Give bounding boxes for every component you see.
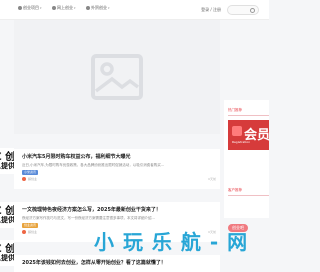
article-meta: 鲸创业 [22, 177, 37, 181]
thumbnail-text: 人提供 [0, 161, 14, 170]
top-navbar: 创业项目 ▾ 网上创业 ▾ 外贸创业 ▾ 登录 / 注册 [0, 0, 269, 20]
chevron-down-icon: ▾ [40, 6, 42, 10]
article-thumbnail[interactable]: E 创 人提供 [0, 148, 14, 174]
briefcase-icon [18, 6, 22, 10]
article-excerpt: 近日,小米汽车,为限时购车优惠政策，各大品牌纷纷推出限时促销活动，以吸引消费者购… [22, 163, 165, 167]
member-promo-card[interactable]: 会员 Registration [228, 120, 269, 150]
article-card[interactable]: 2025年该钱如何去创业，怎样从零开始创业？看了这篇就懂了！ [14, 255, 220, 272]
nav-item-online-startup[interactable]: 网上创业 ▾ [52, 5, 76, 11]
search-icon[interactable] [250, 7, 255, 13]
thumbnail-text: 人提供 [0, 215, 14, 224]
thumbnail-text: 人提供 [0, 253, 14, 262]
nav-item-startup-projects[interactable]: 创业项目 ▾ [18, 5, 42, 11]
article-card[interactable]: 小米汽车5月限时购车权益公布，福利细节大曝光 近日,小米汽车,为限时购车优惠政策… [14, 149, 220, 189]
promo-subtitle: Registration [232, 140, 251, 144]
search-input[interactable] [227, 5, 259, 15]
site-watermark: 小 玩 乐 航 - 网 [94, 230, 249, 254]
nav-label: 网上创业 [57, 5, 73, 10]
ship-icon [86, 6, 90, 10]
section-divider [228, 195, 269, 196]
author-name[interactable]: 鲸创业 [28, 230, 37, 234]
article-title[interactable]: 2025年该钱如何去创业，怎样从零开始创业？看了这篇就懂了！ [22, 259, 166, 266]
globe-icon [52, 6, 56, 10]
author-name[interactable]: 鲸创业 [28, 177, 37, 181]
article-thumbnail[interactable]: E 创 人提供 [0, 202, 14, 228]
avatar [22, 177, 26, 181]
chevron-down-icon: ▾ [108, 6, 110, 10]
image-placeholder-icon [91, 54, 143, 100]
timestamp: 6天前 [208, 177, 216, 181]
avatar [22, 230, 26, 234]
category-tag[interactable]: 小米资讯 [22, 170, 39, 175]
sidebar-section-title: 客户推荐 [228, 188, 242, 192]
section-divider [228, 115, 269, 116]
article-title[interactable]: 一文梳理特色夜经济方案怎么写，2025年最新创业干货来了！ [22, 206, 161, 213]
nav-item-foreign-trade[interactable]: 外贸创业 ▾ [86, 5, 110, 11]
login-register-link[interactable]: 登录 / 注册 [201, 7, 221, 13]
hero-banner[interactable] [14, 20, 220, 134]
sidebar-section-title: 热门推荐 [228, 108, 242, 112]
chevron-down-icon: ▾ [74, 6, 76, 10]
article-title[interactable]: 小米汽车5月限时购车权益公布，福利细节大曝光 [22, 153, 130, 160]
article-excerpt: 夜经济方案写作技巧与范文，写一份夜经济方案需要注意很多事项，本文将详细介绍... [22, 216, 155, 220]
article-thumbnail[interactable]: E 创 人提供 [0, 240, 14, 266]
sidebar-panel: 热门推荐 客户推荐 [224, 100, 269, 218]
nav-label: 创业项目 [23, 5, 39, 10]
nav-label: 外贸创业 [91, 5, 107, 10]
category-tag[interactable]: 创业资讯 [22, 223, 39, 228]
member-icon [232, 126, 242, 136]
article-meta: 鲸创业 [22, 230, 37, 234]
